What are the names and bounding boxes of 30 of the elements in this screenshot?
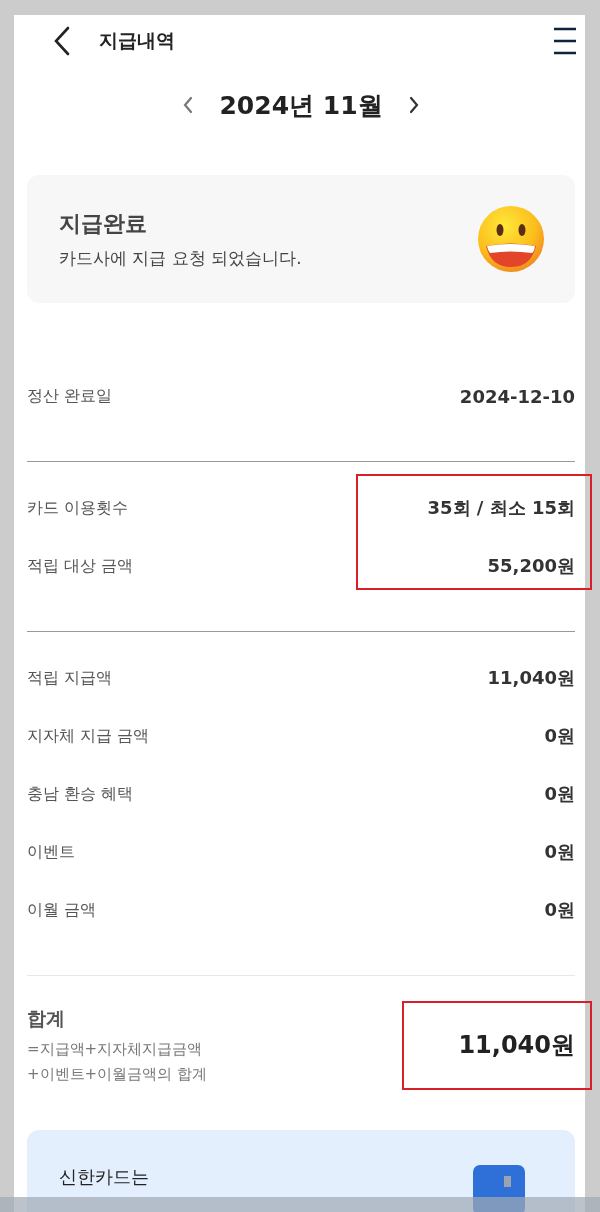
- smiley-icon: [477, 205, 545, 273]
- previous-month-icon[interactable]: [183, 96, 194, 114]
- row-value: 2024-12-10: [459, 385, 575, 407]
- total-value: 11,040원: [458, 1030, 575, 1061]
- row-label: 이벤트: [27, 841, 75, 863]
- banner-text: 신한카드는: [59, 1165, 149, 1189]
- row-label: 정산 완료일: [27, 385, 113, 407]
- row-value: 0원: [544, 782, 575, 806]
- row-value: 11,040원: [487, 666, 575, 690]
- row-value: 0원: [544, 724, 575, 748]
- row-label: 적립 지급액: [27, 667, 113, 689]
- row-value: 0원: [544, 898, 575, 922]
- row-value: 0원: [544, 840, 575, 864]
- back-icon[interactable]: [54, 26, 70, 56]
- status-title: 지급완료: [59, 209, 148, 238]
- next-month-icon[interactable]: [408, 96, 419, 114]
- row-label: 지자체 지급 금액: [27, 725, 150, 747]
- status-message: 카드사에 지급 요청 되었습니다.: [59, 246, 302, 270]
- month-label: 2024년 11월: [219, 89, 383, 122]
- row-value: 35회 / 최소 15회: [427, 496, 575, 520]
- row-label: 이월 금액: [27, 899, 97, 921]
- row-value: 55,200원: [487, 554, 575, 578]
- row-label: 카드 이용횟수: [27, 497, 129, 519]
- page-title: 지급내역: [99, 28, 175, 53]
- formula-text: =지급액+지자체지급금액: [27, 1040, 204, 1059]
- total-label: 합계: [27, 1006, 66, 1031]
- formula-text: +이벤트+이월금액의 합계: [27, 1065, 207, 1084]
- row-label: 적립 대상 금액: [27, 555, 134, 577]
- menu-icon[interactable]: [553, 27, 577, 55]
- row-label: 충남 환승 혜택: [27, 783, 134, 805]
